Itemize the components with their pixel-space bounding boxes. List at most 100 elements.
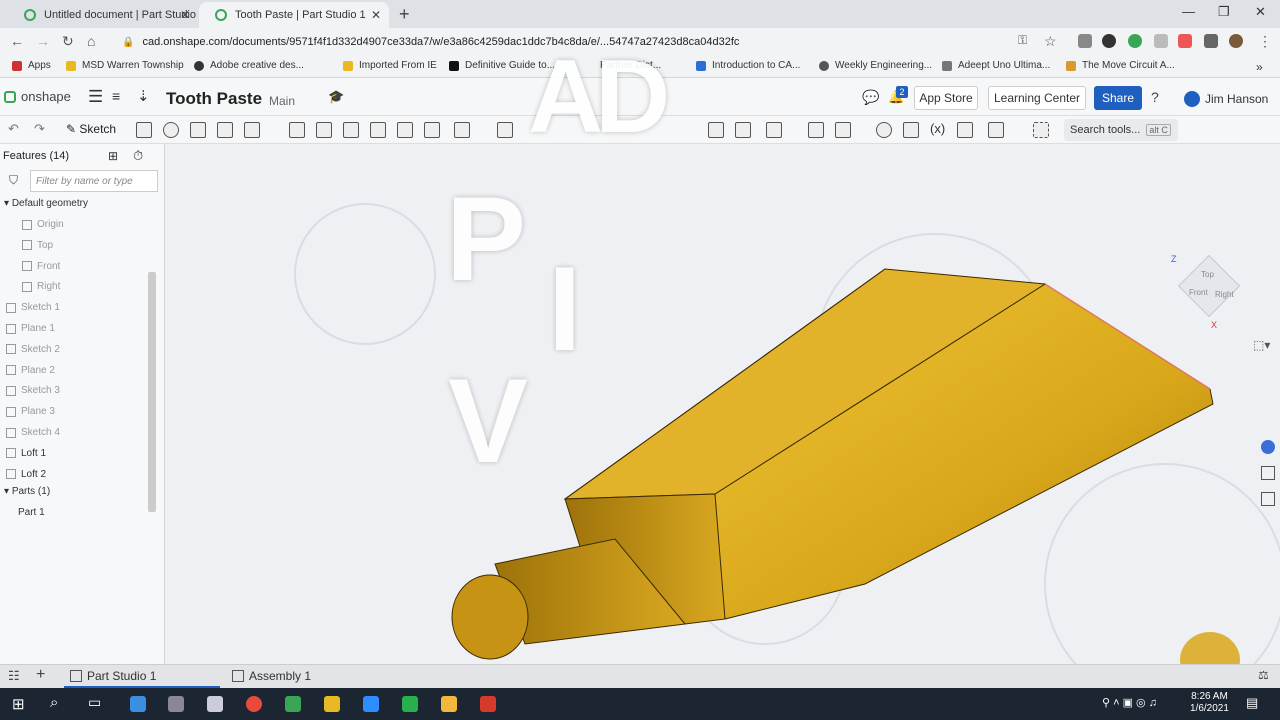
taskbar-app-icon[interactable] <box>480 696 496 712</box>
view-cube-top-label[interactable]: Top <box>1201 270 1214 279</box>
add-tab-icon[interactable]: + <box>36 666 45 684</box>
rollback-timer-icon[interactable]: ⏱ <box>133 148 143 164</box>
browser-tab-active[interactable]: Tooth Paste | Part Studio 1 ✕ <box>199 2 389 28</box>
bookmark-item[interactable]: Imported From IE <box>343 60 437 71</box>
sweep-icon[interactable] <box>190 122 206 138</box>
filter-icon[interactable]: ⛉ <box>9 173 18 188</box>
more-bookmarks-icon[interactable]: » <box>1256 60 1263 74</box>
puzzle-icon[interactable] <box>1204 34 1218 48</box>
profile-avatar[interactable] <box>1229 34 1243 48</box>
tab-manager-icon[interactable]: ☷ <box>8 668 20 684</box>
boolean-icon[interactable] <box>766 122 782 138</box>
plane-icon[interactable] <box>808 122 824 138</box>
tab-assembly-1[interactable]: Assembly 1 <box>232 669 311 683</box>
task-view-icon[interactable]: ▭ <box>88 694 101 711</box>
view-cube-right-label[interactable]: Right <box>1215 290 1234 299</box>
browser-tab[interactable]: Untitled document | Part Studio 1 ✕ <box>8 2 198 28</box>
draft-icon[interactable] <box>343 122 359 138</box>
mate-connector-icon[interactable] <box>835 122 851 138</box>
document-title[interactable]: Tooth Paste <box>166 89 262 109</box>
appearance-panel-icon[interactable] <box>1261 440 1275 454</box>
view-cube-face[interactable] <box>1177 254 1241 318</box>
view-cube-front-label[interactable]: Front <box>1189 288 1208 297</box>
share-button[interactable]: Share <box>1094 86 1142 110</box>
back-icon[interactable]: ← <box>10 33 24 49</box>
view-options-icon[interactable]: ⬚▾ <box>1253 338 1270 352</box>
new-tab-icon[interactable]: + <box>399 4 410 25</box>
view-cube[interactable]: Top Front Right Z X <box>1171 254 1245 330</box>
system-clock[interactable]: 8:26 AM 1/6/2021 <box>1190 691 1229 715</box>
taskbar-app-icon[interactable] <box>130 696 146 712</box>
extension-icon[interactable] <box>1178 34 1192 48</box>
notification-center-icon[interactable]: ▤ <box>1246 695 1258 711</box>
section-view-icon[interactable] <box>988 122 1004 138</box>
extension-icon[interactable] <box>1154 34 1168 48</box>
close-window-icon[interactable]: ✕ <box>1255 4 1266 20</box>
star-icon[interactable]: ☆ <box>1044 33 1057 50</box>
branch-label[interactable]: Main <box>269 94 295 108</box>
key-icon[interactable]: ⚿ <box>1018 33 1027 48</box>
fillet-icon[interactable] <box>289 122 305 138</box>
tab-part-studio-1[interactable]: Part Studio 1 <box>70 669 156 683</box>
extension-icon[interactable] <box>1102 34 1116 48</box>
thicken-icon[interactable] <box>244 122 260 138</box>
chamfer-icon[interactable] <box>316 122 332 138</box>
search-tools-input[interactable]: Search tools... alt C <box>1064 119 1178 141</box>
search-icon[interactable]: ⌕ <box>50 694 58 711</box>
bookmark-item[interactable]: Weekly Engineering... <box>819 60 932 71</box>
feature-item[interactable]: Plane 3 <box>6 406 55 417</box>
app-store-button[interactable]: App Store <box>914 86 978 110</box>
bookmark-apps[interactable]: Apps <box>12 60 51 71</box>
feature-item[interactable]: Sketch 1 <box>6 302 60 313</box>
taskbar-app-icon[interactable] <box>207 696 223 712</box>
extension-icon[interactable] <box>1078 34 1092 48</box>
split-icon[interactable] <box>708 122 724 138</box>
scale-icon[interactable]: ⚖ <box>1258 668 1269 682</box>
bom-icon[interactable] <box>1261 492 1275 506</box>
help-icon[interactable]: ? <box>1151 89 1159 105</box>
onshape-logo[interactable]: onshape <box>4 89 71 104</box>
learning-cap-icon[interactable]: 🎓 <box>328 89 344 105</box>
helix-icon[interactable] <box>876 122 892 138</box>
feature-item[interactable]: Front <box>22 261 60 272</box>
insert-icon[interactable]: ⇣ <box>137 87 150 105</box>
file-explorer-icon[interactable] <box>441 696 457 712</box>
hamburger-menu-icon[interactable]: ☰ <box>88 87 103 107</box>
reload-icon[interactable]: ↻ <box>62 33 74 50</box>
close-tab-icon[interactable]: ✕ <box>180 8 190 22</box>
variable-icon[interactable]: (x) <box>930 121 945 136</box>
shell-icon[interactable] <box>397 122 413 138</box>
taskbar-app-icon[interactable] <box>324 696 340 712</box>
bookmark-item[interactable]: MSD Warren Township <box>66 60 184 71</box>
measure-icon[interactable] <box>903 122 919 138</box>
bookmark-item[interactable]: Adobe creative des... <box>194 60 304 71</box>
onshape-app-icon[interactable] <box>285 696 301 712</box>
feature-item[interactable]: Plane 1 <box>6 323 55 334</box>
add-folder-icon[interactable]: ⊞ <box>108 149 118 163</box>
zoom-icon[interactable] <box>363 696 379 712</box>
pattern-icon[interactable] <box>454 122 470 138</box>
graphics-viewport[interactable]: Top Front Right Z X ⬚▾ <box>165 144 1280 705</box>
feature-item[interactable]: Sketch 2 <box>6 344 60 355</box>
system-tray-icons[interactable]: ⚲ ˄ ▣ ◎ ♫ <box>1102 696 1157 709</box>
menu-kebab-icon[interactable]: ⋮ <box>1258 33 1272 50</box>
feature-list-icon[interactable]: ≡ <box>112 88 120 104</box>
rib-icon[interactable] <box>370 122 386 138</box>
undo-icon[interactable]: ↶ <box>8 121 19 137</box>
extension-icon[interactable] <box>1128 34 1142 48</box>
chrome-icon[interactable] <box>246 696 262 712</box>
feature-scrollbar[interactable] <box>148 272 156 512</box>
feature-item[interactable]: Origin <box>22 219 64 230</box>
feature-item[interactable]: Plane 2 <box>6 365 55 376</box>
feature-item[interactable]: Top <box>22 240 53 251</box>
forward-icon[interactable]: → <box>36 33 50 49</box>
revolve-icon[interactable] <box>163 122 179 138</box>
feature-item[interactable]: Loft 1 <box>6 448 46 459</box>
bookmark-item[interactable]: Adeept Uno Ultima... <box>942 60 1050 71</box>
mirror-icon[interactable] <box>497 122 513 138</box>
maximize-icon[interactable]: ❐ <box>1218 4 1230 20</box>
extrude-icon[interactable] <box>136 122 152 138</box>
feature-item[interactable]: Sketch 3 <box>6 385 60 396</box>
hole-icon[interactable] <box>424 122 440 138</box>
taskbar-app-icon[interactable] <box>168 696 184 712</box>
